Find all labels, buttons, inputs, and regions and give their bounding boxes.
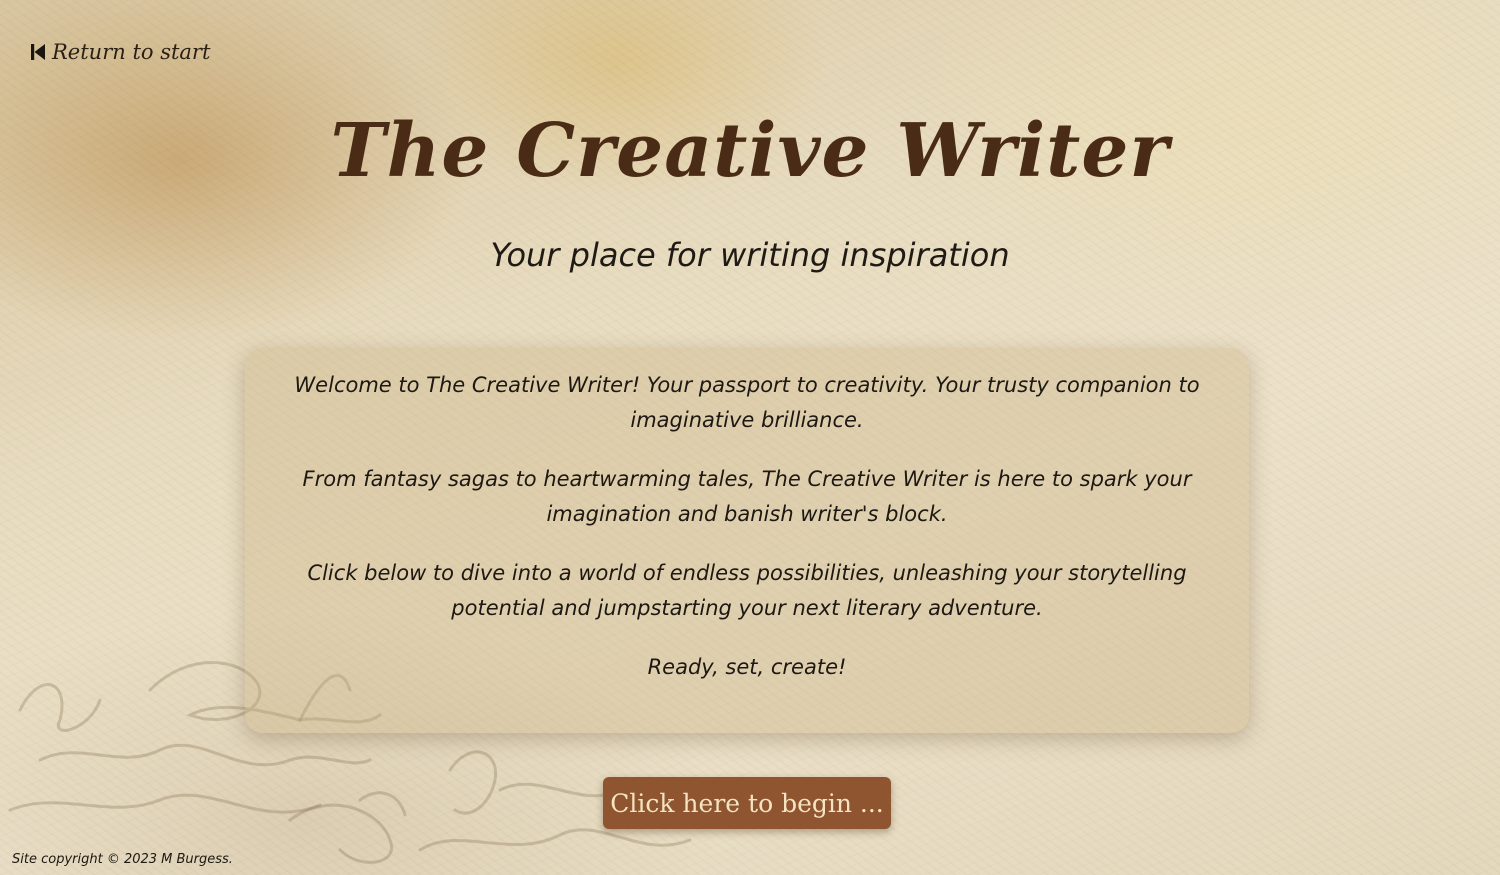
intro-paragraph: Ready, set, create! [647, 655, 847, 679]
intro-paragraph: Click below to dive into a world of endl… [307, 561, 1187, 620]
skip-back-icon [31, 44, 45, 60]
begin-button[interactable]: Click here to begin ... [603, 777, 891, 829]
return-to-start-link[interactable]: Return to start [30, 40, 210, 64]
return-to-start-label: Return to start [52, 40, 211, 64]
page-subtitle: Your place for writing inspiration [490, 236, 1010, 274]
page-title: The Creative Writer [330, 108, 1170, 194]
copyright-notice: Site copyright © 2023 M Burgess. [12, 852, 233, 867]
intro-paragraph: Welcome to The Creative Writer! Your pas… [294, 373, 1200, 432]
intro-paragraph: From fantasy sagas to heartwarming tales… [302, 467, 1192, 526]
intro-card: Welcome to The Creative Writer! Your pas… [245, 348, 1249, 733]
